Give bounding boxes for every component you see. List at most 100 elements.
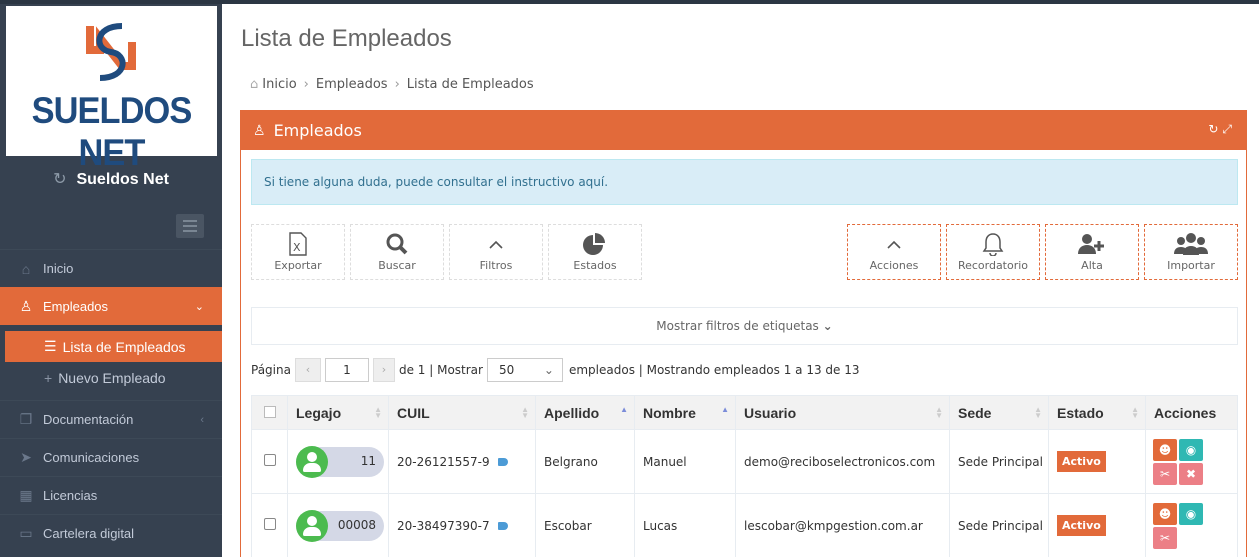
profile-button[interactable]: ☻ <box>1153 438 1177 461</box>
breadcrumb: ⌂ Inicio › Empleados › Lista de Empleados <box>250 77 534 92</box>
users-icon <box>1174 233 1208 255</box>
header-sede[interactable]: Sede ▲ ▼ <box>949 395 1049 430</box>
sidebar-item-documentacion[interactable]: ❐ Documentación ‹ <box>0 400 222 438</box>
refresh-icon: ↻ <box>53 171 67 188</box>
view-button[interactable]: ◉ <box>1179 502 1203 525</box>
header-usuario[interactable]: Usuario ▲ ▼ <box>735 395 950 430</box>
logo-icon <box>86 23 136 81</box>
sort-icon: ▲ ▼ <box>935 405 943 420</box>
breadcrumb-current: Lista de Empleados <box>406 77 534 92</box>
send-icon: ➤ <box>20 449 32 465</box>
table-row[interactable]: 00008 20-38497390-7 Escobar Lucas lescob… <box>251 493 1238 557</box>
prev-page-button[interactable]: ‹ <box>294 358 321 382</box>
chevron-down-icon: ⌄ <box>543 363 554 377</box>
employees-panel: ♙ Empleados ↻⤢ Si tiene alguna duda, pue… <box>240 110 1247 557</box>
sidebar-item-inicio[interactable]: ⌂ Inicio <box>0 249 222 287</box>
sidebar-item-comunicaciones[interactable]: ➤ Comunicaciones <box>0 438 222 476</box>
chevron-down-icon: ⌄ <box>194 300 204 313</box>
panel-title: Empleados <box>273 121 362 140</box>
view-button[interactable]: ◉ <box>1179 438 1203 461</box>
logo[interactable]: SUELDOS NET <box>6 6 217 173</box>
sidebar-item-licencias[interactable]: ▦ Licencias <box>0 476 222 514</box>
header-apellido[interactable]: Apellido ▲ <box>535 395 635 430</box>
page-input[interactable]: 1 <box>324 358 369 382</box>
unlink-button[interactable]: ✂ <box>1153 526 1177 549</box>
plus-icon: + <box>44 369 53 386</box>
sort-icon: ▲ ▼ <box>521 405 529 420</box>
sidebar-toggle-button[interactable] <box>176 214 204 238</box>
chevron-down-icon: ⌄ <box>822 319 833 333</box>
employees-icon: ♙ <box>19 297 33 314</box>
pie-chart-icon <box>583 233 605 255</box>
user-avatar-icon <box>296 509 328 542</box>
search-button[interactable]: Buscar <box>350 224 444 280</box>
sort-icon: ▲ ▼ <box>374 405 382 420</box>
profile-button[interactable]: ☻ <box>1153 502 1177 525</box>
page-size-select[interactable]: 50 ⌄ <box>486 358 563 382</box>
logo-text: SUELDOS NET <box>31 90 193 173</box>
deactivate-user-button[interactable]: ✖ <box>1179 462 1203 485</box>
home-icon: ⌂ <box>21 260 31 277</box>
breadcrumb-empleados[interactable]: Empleados <box>316 77 388 92</box>
import-button[interactable]: Importar <box>1144 224 1238 280</box>
chevron-left-icon: ‹ <box>200 413 204 426</box>
header-acciones: Acciones <box>1145 395 1238 430</box>
add-employee-button[interactable]: Alta <box>1045 224 1139 280</box>
document-icon: ❐ <box>19 411 33 427</box>
page-title: Lista de Empleados <box>241 25 452 52</box>
row-checkbox[interactable] <box>264 518 276 530</box>
app-name: ↻ Sueldos Net <box>53 171 169 188</box>
employees-table: Legajo ▲ ▼ CUIL ▲ ▼ Apellido ▲ Nombre ▲ Usuari… <box>251 395 1238 557</box>
header-legajo[interactable]: Legajo ▲ ▼ <box>287 395 389 430</box>
states-button[interactable]: Estados <box>548 224 642 280</box>
home-icon: ⌂ <box>250 77 259 92</box>
select-all-header <box>251 395 288 430</box>
sort-icon: ▲ ▼ <box>1034 405 1042 420</box>
tag-icon[interactable] <box>497 522 508 530</box>
sort-asc-icon: ▲ <box>620 405 628 414</box>
chevron-up-icon <box>489 240 503 249</box>
sidebar-item-empleados[interactable]: ♙ Empleados ⌄ <box>0 287 222 325</box>
chevron-up-icon <box>887 240 901 249</box>
user-avatar-icon <box>296 445 328 478</box>
bell-icon <box>982 233 1004 256</box>
board-icon: ▭ <box>19 525 33 541</box>
excel-icon: X <box>289 232 307 256</box>
status-badge: Activo <box>1057 451 1106 472</box>
select-all-checkbox[interactable] <box>264 405 276 418</box>
breadcrumb-inicio[interactable]: Inicio <box>262 77 296 92</box>
list-icon: ☰ <box>44 338 57 354</box>
pagination: Página ‹ 1 › de 1 | Mostrar 50 ⌄ empleado… <box>251 357 860 383</box>
header-nombre[interactable]: Nombre ▲ <box>634 395 736 430</box>
reminder-button[interactable]: Recordatorio <box>946 224 1040 280</box>
info-alert: Si tiene alguna duda, puede consultar el… <box>251 159 1238 205</box>
employees-icon: ♙ <box>253 122 266 139</box>
sidebar: SUELDOS NET ↻ Sueldos Net ⌂ Inicio ♙ Empl… <box>0 4 222 557</box>
actions-button[interactable]: Acciones <box>847 224 941 280</box>
header-cuil[interactable]: CUIL ▲ ▼ <box>388 395 536 430</box>
calendar-icon: ▦ <box>19 487 33 503</box>
sidebar-item-cartelera[interactable]: ▭ Cartelera digital <box>0 514 222 552</box>
unlink-button[interactable]: ✂ <box>1153 462 1177 485</box>
search-icon <box>386 233 408 255</box>
export-button[interactable]: X Exportar <box>251 224 345 280</box>
sort-asc-icon: ▲ <box>721 405 729 414</box>
legajo-badge[interactable]: 11 <box>296 445 384 478</box>
table-row[interactable]: 11 20-26121557-9 Belgrano Manuel demo@re… <box>251 429 1238 494</box>
sort-icon: ▲ ▼ <box>1131 405 1139 420</box>
fullscreen-icon[interactable]: ⤢ <box>1222 122 1236 136</box>
tag-filter-toggle[interactable]: Mostrar filtros de etiquetas ⌄ <box>251 307 1238 345</box>
reload-icon[interactable]: ↻ <box>1208 122 1222 136</box>
panel-tools: ↻⤢ <box>1208 122 1236 137</box>
filters-button[interactable]: Filtros <box>449 224 543 280</box>
tag-icon[interactable] <box>497 458 508 466</box>
next-page-button[interactable]: › <box>372 358 395 382</box>
user-plus-icon <box>1078 234 1104 254</box>
sidebar-subitem-lista-empleados[interactable]: ☰ Lista de Empleados <box>5 331 222 362</box>
row-checkbox[interactable] <box>264 454 276 466</box>
status-badge: Activo <box>1057 515 1106 536</box>
sidebar-subitem-nuevo-empleado[interactable]: + Nuevo Empleado <box>0 362 222 393</box>
legajo-badge[interactable]: 00008 <box>296 509 384 542</box>
panel-header: ♙ Empleados <box>241 111 1246 150</box>
header-estado[interactable]: Estado ▲ ▼ <box>1048 395 1146 430</box>
